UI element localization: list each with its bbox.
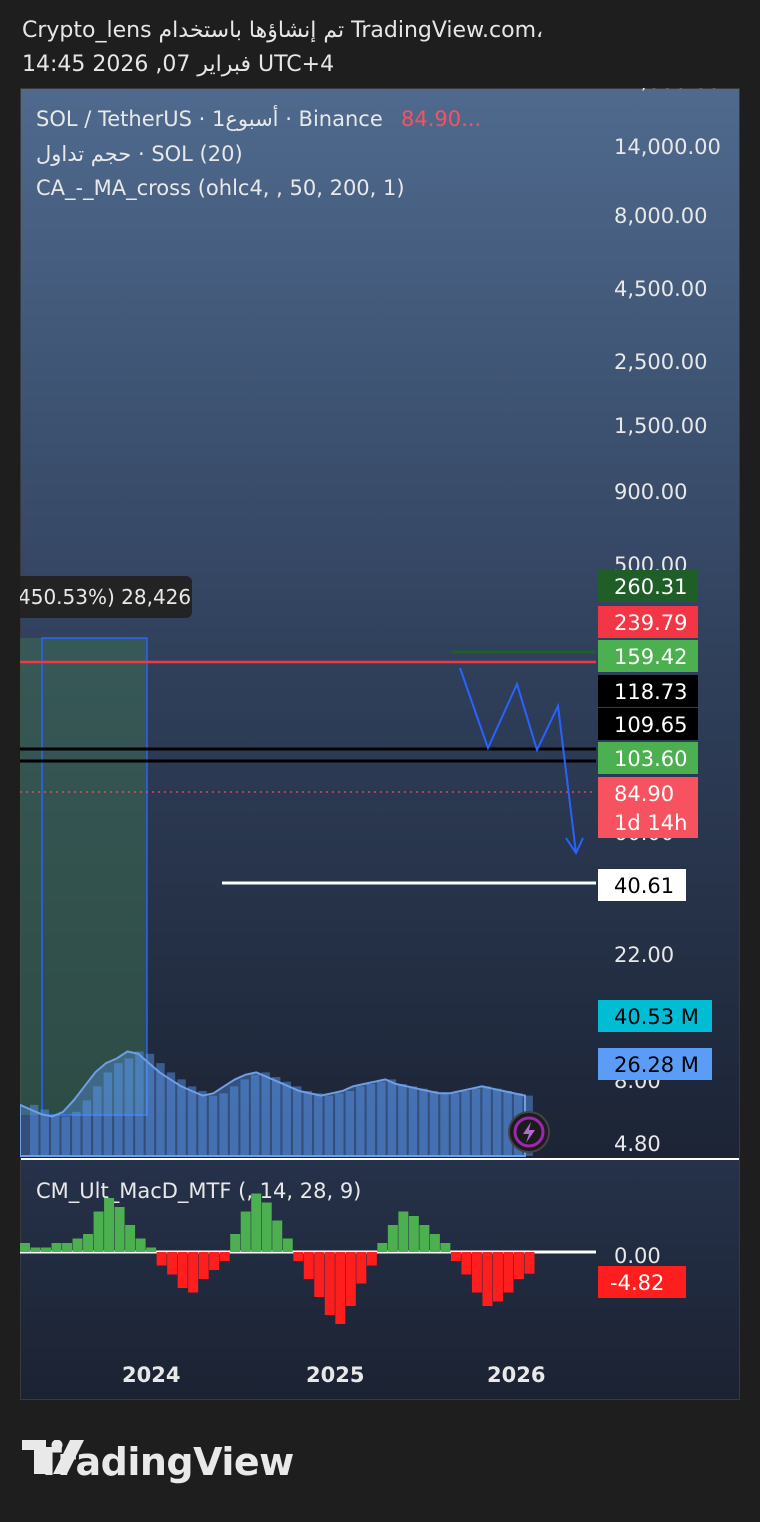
macd-bar (398, 1211, 409, 1252)
macd-bar (83, 1234, 94, 1252)
macd-bar (461, 1252, 472, 1275)
macd-bar (408, 1216, 419, 1252)
macd-bar (41, 1247, 52, 1252)
macd-bar (114, 1207, 125, 1252)
macd-bar (93, 1211, 104, 1252)
price-axis-tick: 4.80 (614, 1132, 661, 1156)
price-axis-tick: 24,000.00 (614, 88, 721, 93)
price-axis-tick: 4,500.00 (614, 277, 708, 301)
price-label: 118.73 (614, 680, 687, 704)
tradingview-logo-icon (22, 1440, 84, 1474)
price-axis-tick: 14,000.00 (614, 135, 721, 159)
time-axis-tick: 2026 (487, 1363, 545, 1387)
legend-symbol: SOL / TetherUS · 1أسبوع · Binance (36, 105, 383, 131)
macd-bar (72, 1238, 83, 1252)
macd-bar (366, 1252, 377, 1266)
macd-bar (219, 1252, 230, 1261)
macd-bar (503, 1252, 514, 1293)
macd-bar (282, 1238, 293, 1252)
macd-bar (146, 1247, 157, 1252)
legend-volume: حجم تداول · SOL (20) (36, 142, 243, 167)
macd-bar (524, 1252, 535, 1274)
timestamp-line: 14:45 2026 ,07 فبراير UTC+4 (22, 52, 335, 77)
macd-bar (314, 1252, 325, 1297)
price-label: 26.28 M (614, 1053, 699, 1077)
macd-bar (30, 1247, 41, 1252)
attribution-line: Crypto_lens تم إنشاؤها باستخدام TradingV… (22, 18, 544, 43)
macd-bar (335, 1252, 346, 1324)
price-label: 103.60 (614, 747, 687, 771)
macd-axis-zero: 0.00 (614, 1244, 661, 1268)
macd-bar (482, 1252, 493, 1306)
macd-bar (324, 1252, 335, 1315)
macd-bar (135, 1238, 146, 1252)
macd-bar (356, 1252, 367, 1284)
macd-bar (261, 1202, 272, 1252)
price-axis-tick: 22.00 (614, 943, 674, 967)
price-label: 1d 14h (614, 811, 687, 835)
price-label: 40.53 M (614, 1005, 699, 1029)
price-label: 159.42 (614, 645, 687, 669)
macd-bar (198, 1252, 209, 1279)
price-axis-tick: 1,500.00 (614, 414, 708, 438)
macd-bar (471, 1252, 482, 1293)
macd-bar (104, 1198, 115, 1252)
tradingview-logo[interactable]: TradingView (22, 1440, 294, 1484)
macd-bar (209, 1252, 220, 1270)
macd-bar (429, 1234, 440, 1252)
price-axis-tick: 900.00 (614, 480, 687, 504)
price-axis-tick: 2,500.00 (614, 350, 708, 374)
macd-bar (377, 1243, 388, 1252)
macd-bar (167, 1252, 178, 1275)
measure-tooltip-text: 450.53%) 28,426 (20, 585, 191, 609)
macd-bar (293, 1252, 304, 1261)
macd-bar (419, 1225, 430, 1252)
long-position-profit-zone (20, 638, 147, 1115)
macd-bar (387, 1225, 398, 1252)
time-axis-tick: 2024 (122, 1363, 180, 1387)
macd-bar (513, 1252, 524, 1279)
price-label: 109.65 (614, 713, 687, 737)
macd-bar (450, 1252, 461, 1261)
macd-bar (51, 1243, 62, 1252)
price-label: 239.79 (614, 611, 687, 635)
legend-macd: CM_Ult_MacD_MTF (, 14, 28, 9) (36, 1179, 361, 1204)
price-label: 84.90 (614, 782, 674, 806)
macd-bar (272, 1220, 283, 1252)
macd-bar (345, 1252, 356, 1306)
macd-bar (240, 1211, 251, 1252)
chart-svg[interactable]: SOL / TetherUS · 1أسبوع · Binance 84.90..… (20, 88, 740, 1400)
legend-last-price: 84.90... (401, 107, 481, 131)
macd-value-label: -4.82 (610, 1271, 664, 1295)
macd-bar (230, 1234, 241, 1252)
price-label: 40.61 (614, 874, 674, 898)
macd-bar (251, 1193, 262, 1252)
macd-bar (188, 1252, 199, 1293)
time-axis-tick: 2025 (306, 1363, 364, 1387)
macd-bar (492, 1252, 503, 1302)
macd-bar (20, 1243, 30, 1252)
macd-bar (440, 1243, 451, 1252)
chart-frame[interactable]: SOL / TetherUS · 1أسبوع · Binance 84.90..… (20, 88, 740, 1400)
price-label: 260.31 (614, 575, 687, 599)
macd-bar (177, 1252, 188, 1288)
macd-bar (303, 1252, 314, 1279)
macd-bar (62, 1243, 73, 1252)
macd-bar (125, 1225, 136, 1252)
price-axis-tick: 8,000.00 (614, 204, 708, 228)
legend-ma-cross: CA_-_MA_cross (ohlc4, , 50, 200, 1) (36, 176, 405, 201)
macd-bar (156, 1252, 167, 1266)
